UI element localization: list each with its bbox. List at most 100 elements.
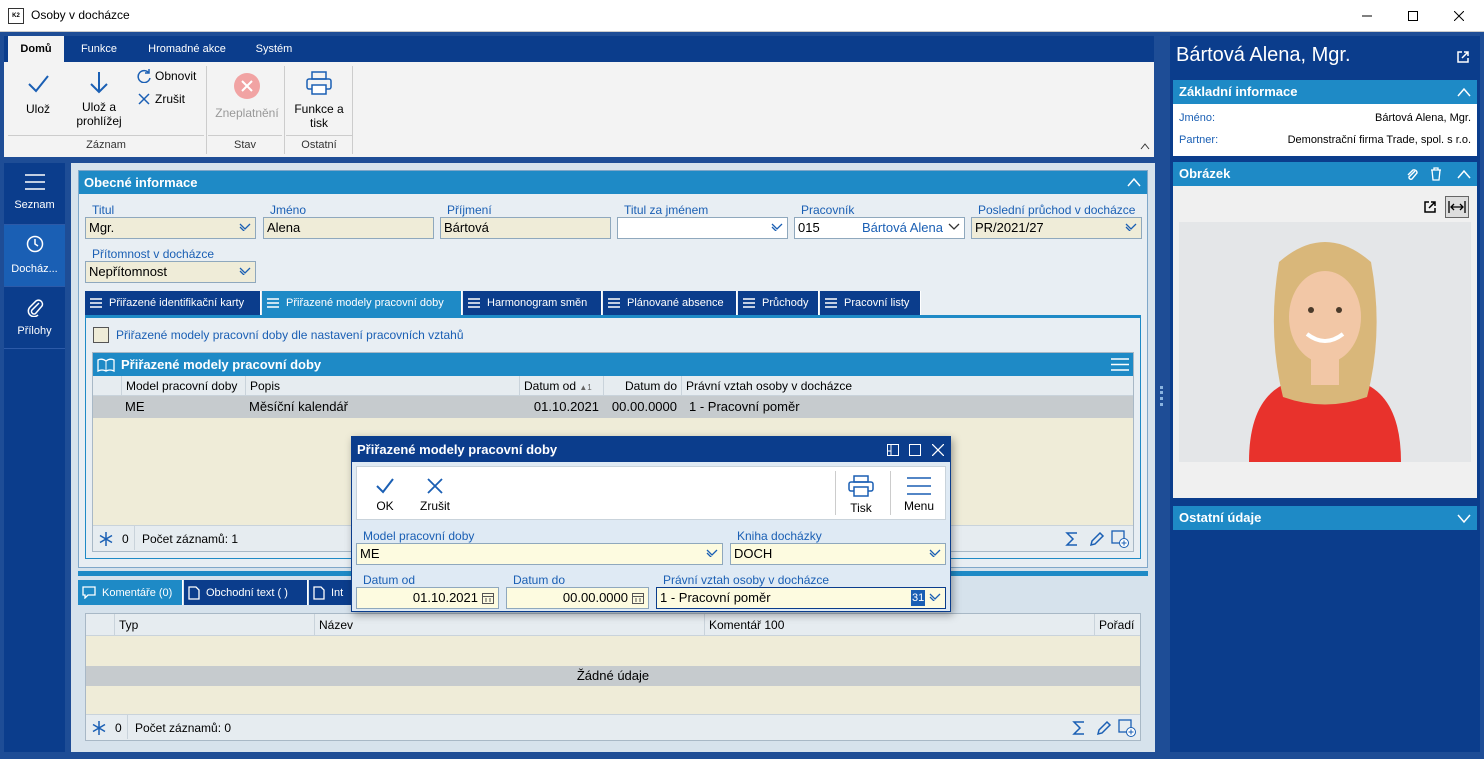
first-name-field[interactable]: Alena: [263, 217, 434, 239]
vertical-splitter[interactable]: [1157, 36, 1167, 752]
ribbon-tab-bulk[interactable]: Hromadné akce: [134, 36, 240, 62]
assign-model-dialog: Přiřazené modely pracovní doby OK Zrušit…: [351, 436, 951, 612]
assigned-checkbox-label: Přiřazené modely pracovní doby dle nasta…: [116, 328, 464, 342]
save-button[interactable]: Ulož: [12, 72, 64, 116]
hamburger-icon: [907, 477, 931, 495]
worker-field[interactable]: 015 Bártová Alena: [794, 217, 965, 239]
window-title: Osoby v docházce: [31, 8, 130, 22]
assigned-checkbox[interactable]: [93, 327, 109, 343]
printer-icon: [306, 71, 332, 95]
last-pass-field[interactable]: PR/2021/27: [971, 217, 1142, 239]
detail-tabs: Přiřazené identifikační karty Přiřazené …: [85, 291, 1145, 315]
tab-comments[interactable]: Komentáře (0): [78, 580, 183, 605]
general-info-header: Obecné informace: [79, 171, 1147, 194]
edit-icon: [1089, 531, 1105, 547]
dropdown-icon: [1125, 223, 1137, 231]
grid-menu-button[interactable]: [1111, 358, 1129, 371]
save-browse-button[interactable]: Ulož a prohlížej: [70, 70, 128, 128]
title-field[interactable]: Mgr.: [85, 217, 256, 239]
document-icon: [188, 585, 200, 600]
minimize-button[interactable]: [1344, 0, 1390, 32]
dialog-to-field[interactable]: 00.00.0000: [506, 587, 649, 609]
col-comment[interactable]: Komentář 100: [704, 614, 1094, 636]
dialog-model-field[interactable]: ME: [356, 543, 723, 565]
snowflake-icon: [92, 721, 106, 735]
tab-passes[interactable]: Průchody: [738, 291, 819, 315]
close-icon: [932, 444, 944, 456]
col-description[interactable]: Popis: [245, 376, 519, 396]
print-functions-button[interactable]: Funkce a tisk: [287, 70, 351, 130]
list-icon: [825, 298, 837, 308]
invalidate-button[interactable]: Zneplatnění: [210, 72, 284, 120]
col-date-to[interactable]: Datum do: [603, 376, 681, 396]
other-info-header: Ostatní údaje: [1173, 506, 1477, 530]
person-name: Bártová Alena, Mgr.: [1176, 44, 1351, 66]
basic-info-section: Základní informace Jméno: Bártová Alena,…: [1173, 80, 1477, 156]
assigned-grid-columns: Model pracovní doby Popis Datum od ▲1 Da…: [93, 376, 1133, 396]
arrow-down-icon: [90, 72, 108, 94]
list-icon: [608, 298, 620, 308]
hamburger-icon: [1111, 358, 1129, 371]
dropdown-icon: [771, 223, 783, 231]
tab-work-models[interactable]: Přiřazené modely pracovní doby: [262, 291, 462, 315]
relation-badge: 31: [911, 590, 926, 606]
last-name-field[interactable]: Bártová: [440, 217, 611, 239]
close-window-button[interactable]: [1436, 0, 1482, 32]
tab-id-cards[interactable]: Přiřazené identifikační karty: [85, 291, 261, 315]
fit-width-button[interactable]: [1445, 196, 1469, 218]
dialog-print-button[interactable]: Tisk: [843, 475, 879, 515]
refresh-button[interactable]: Obnovit: [137, 69, 196, 83]
col-relation[interactable]: Právní vztah osoby v docházce: [681, 376, 1133, 396]
open-external-icon: [1424, 201, 1436, 213]
printer-icon: [848, 475, 874, 497]
nav-attachments[interactable]: Přílohy: [4, 287, 65, 349]
tab-work-sheets[interactable]: Pracovní listy: [820, 291, 921, 315]
dialog-ok-button[interactable]: OK: [367, 477, 403, 513]
dialog-toolbar: OK Zrušit Tisk Menu: [356, 466, 946, 520]
check-icon: [376, 478, 394, 494]
suffix-field[interactable]: [617, 217, 788, 239]
first-name-label: Jméno: [270, 203, 307, 217]
dropdown-icon: [929, 549, 941, 557]
col-order[interactable]: Pořadí: [1094, 614, 1140, 636]
maximize-button[interactable]: [1390, 0, 1436, 32]
dialog-menu-button[interactable]: Menu: [897, 477, 941, 513]
dialog-book-field[interactable]: DOCH: [730, 543, 946, 565]
last-pass-label: Poslední průchod v docházce: [978, 203, 1136, 217]
collapse-general-button[interactable]: [1127, 177, 1141, 187]
ribbon-tab-system[interactable]: Systém: [246, 36, 302, 62]
table-row[interactable]: ME Měsíční kalendář 01.10.2021 00.00.000…: [93, 396, 1133, 418]
dialog-from-field[interactable]: 01.10.2021: [356, 587, 499, 609]
tab-internal[interactable]: Int: [309, 580, 353, 605]
ribbon-tab-home[interactable]: Domů: [8, 36, 64, 62]
record-count: Počet záznamů: 1: [142, 532, 239, 546]
dropdown-icon: [239, 267, 251, 275]
clock-icon: [26, 235, 43, 253]
col-name[interactable]: Název: [314, 614, 704, 636]
left-nav: Seznam Docház... Přílohy: [4, 163, 65, 752]
close-icon: [1454, 11, 1464, 21]
comments-grid-footer: 0 Počet záznamů: 0: [86, 714, 1140, 740]
col-date-from[interactable]: Datum od ▲1: [519, 376, 603, 396]
book-icon: [97, 358, 115, 372]
tab-business-text[interactable]: Obchodní text ( ): [184, 580, 308, 605]
col-type[interactable]: Typ: [114, 614, 314, 636]
dialog-relation-field[interactable]: 1 - Pracovní poměr 31: [656, 587, 946, 609]
chevron-down-icon: [1457, 514, 1471, 524]
empty-message: Žádné údaje: [86, 666, 1140, 686]
tab-shift-schedule[interactable]: Harmonogram směn: [463, 291, 602, 315]
x-icon: [427, 478, 443, 494]
nav-attendance[interactable]: Docház...: [4, 225, 65, 287]
other-info-section[interactable]: Ostatní údaje: [1173, 506, 1477, 530]
worker-label: Pracovník: [801, 203, 855, 217]
tab-planned-absences[interactable]: Plánované absence: [603, 291, 737, 315]
cancel-button[interactable]: Zrušit: [137, 92, 185, 106]
list-icon: [267, 298, 279, 308]
col-model[interactable]: Model pracovní doby: [121, 376, 245, 396]
suffix-label: Titul za jménem: [624, 203, 709, 217]
collapse-ribbon-button[interactable]: [1140, 142, 1150, 150]
ribbon-tab-functions[interactable]: Funkce: [70, 36, 128, 62]
nav-list[interactable]: Seznam: [4, 163, 65, 225]
presence-field[interactable]: Nepřítomnost: [85, 261, 256, 283]
dialog-cancel-button[interactable]: Zrušit: [413, 477, 457, 513]
